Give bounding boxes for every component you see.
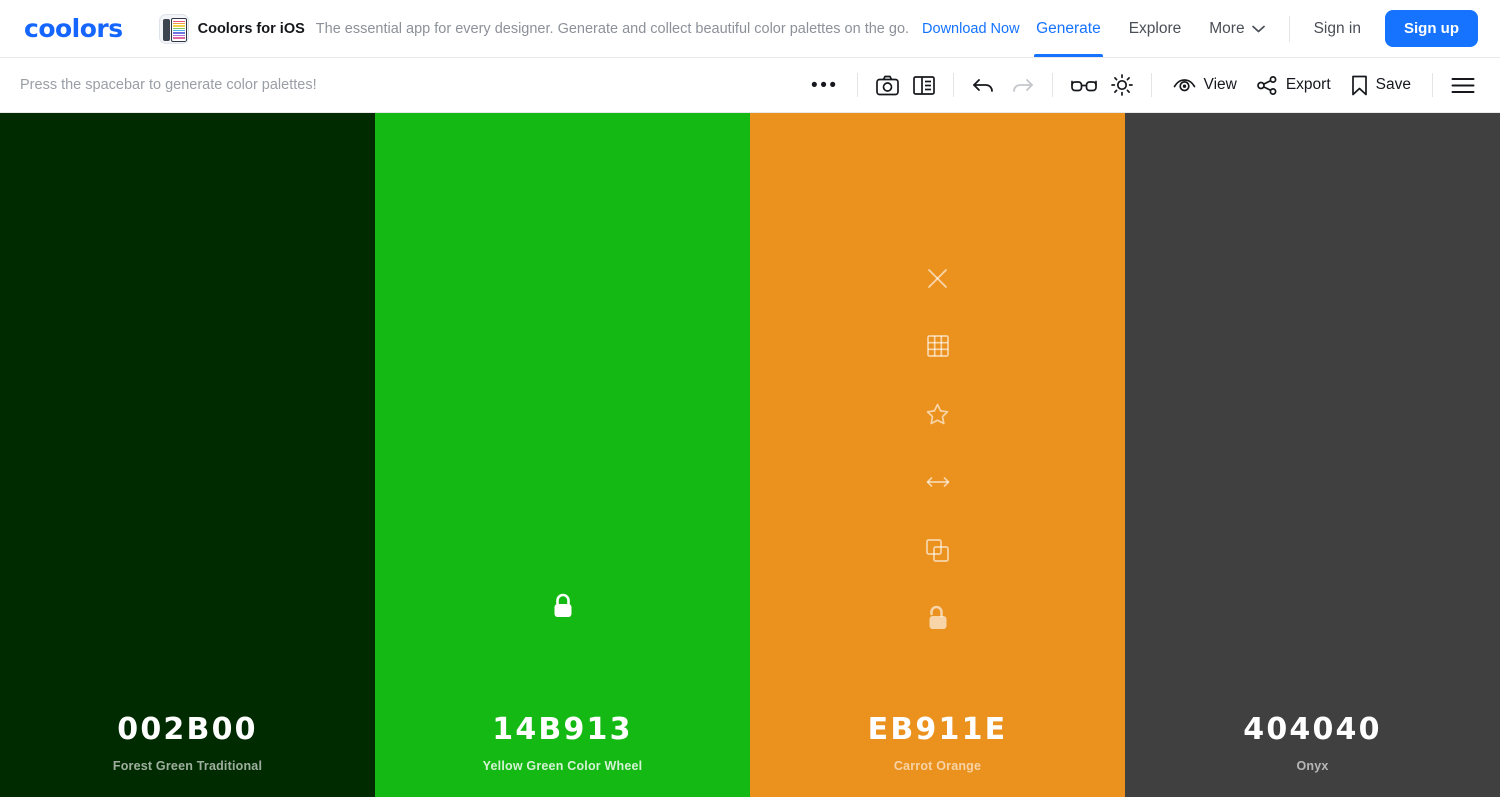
nav-item-more-label: More (1209, 19, 1245, 37)
export-label: Export (1285, 76, 1331, 93)
palette-toolbar: Press the spacebar to generate color pal… (0, 58, 1500, 113)
swatch-2-hex[interactable]: 14B913 (483, 715, 643, 745)
swatch-3-hex[interactable]: EB911E (868, 715, 1008, 745)
nav-item-explore-label: Explore (1128, 19, 1182, 37)
toolbar-divider (1051, 73, 1053, 97)
ios-app-icon (158, 13, 189, 44)
sign-in-label: Sign in (1313, 19, 1361, 37)
coolors-logo[interactable]: coolors (24, 14, 123, 43)
swatch-3-actions (925, 265, 951, 631)
toolbar-divider (1432, 73, 1433, 97)
sign-up-button[interactable]: Sign up (1385, 10, 1478, 47)
sign-in-link[interactable]: Sign in (1300, 0, 1375, 57)
top-bar: coolors Coolors for iOS The essential ap… (0, 0, 1500, 58)
view-button[interactable]: View (1163, 68, 1247, 102)
download-now-link[interactable]: Download Now (922, 21, 1020, 37)
nav-divider (1288, 15, 1290, 42)
swatch-1-color-name: Forest Green Traditional (112, 759, 263, 773)
star-icon[interactable] (925, 401, 951, 427)
swatch-4-labels: 404040 Onyx (1243, 715, 1381, 797)
color-swatch-3[interactable]: EB911E Carrot Orange (750, 113, 1125, 797)
chevron-down-icon (1251, 25, 1265, 33)
promo-title: Coolors for iOS (197, 20, 305, 37)
view-label: View (1203, 76, 1237, 93)
swatch-4-color-name: Onyx (1296, 759, 1329, 773)
hamburger-menu-icon[interactable] (1444, 68, 1482, 102)
promo-description: The essential app for every designer. Ge… (315, 20, 910, 37)
lock-closed-icon[interactable] (550, 593, 576, 619)
swatch-2-color-name: Yellow Green Color Wheel (482, 759, 643, 773)
swatch-3-color-name: Carrot Orange (893, 759, 982, 773)
color-swatch-4[interactable]: 404040 Onyx (1125, 113, 1500, 797)
grid-shades-icon[interactable] (925, 333, 951, 359)
toolbar-divider (1150, 73, 1152, 97)
camera-icon[interactable] (869, 68, 906, 102)
main-navigation: Generate Explore More Sign in Sign up (1022, 0, 1500, 57)
color-swatch-1[interactable]: 002B00 Forest Green Traditional (0, 113, 375, 797)
glasses-icon[interactable] (1064, 68, 1104, 102)
spacebar-hint: Press the spacebar to generate color pal… (20, 77, 317, 93)
redo-arrow-icon[interactable] (1003, 68, 1041, 102)
eye-icon (1173, 78, 1196, 93)
toolbar-divider (952, 73, 954, 97)
bookmark-icon (1351, 75, 1368, 96)
save-button[interactable]: Save (1341, 68, 1421, 102)
color-palette: 002B00 Forest Green Traditional 14B913 Y… (0, 113, 1500, 797)
nav-item-more[interactable]: More (1195, 0, 1278, 57)
toolbar-actions: ••• View Export Save (804, 68, 1482, 102)
ellipsis-icon[interactable]: ••• (804, 68, 845, 102)
copy-icon[interactable] (925, 537, 951, 563)
swatch-3-labels: EB911E Carrot Orange (868, 715, 1008, 797)
nav-item-explore[interactable]: Explore (1115, 0, 1196, 57)
share-icon (1256, 75, 1278, 95)
drag-horizontal-icon[interactable] (925, 469, 951, 495)
ios-app-promo-banner: Coolors for iOS The essential app for ev… (158, 13, 1020, 44)
close-icon[interactable] (925, 265, 951, 291)
swatch-1-hex[interactable]: 002B00 (113, 715, 262, 745)
nav-item-generate[interactable]: Generate (1022, 0, 1115, 57)
image-layout-icon[interactable] (906, 68, 942, 102)
swatch-2-labels: 14B913 Yellow Green Color Wheel (483, 715, 643, 797)
sun-brightness-icon[interactable] (1104, 68, 1140, 102)
toolbar-divider (856, 73, 858, 97)
swatch-1-labels: 002B00 Forest Green Traditional (113, 715, 262, 797)
lock-open-icon[interactable] (925, 605, 951, 631)
color-swatch-2[interactable]: 14B913 Yellow Green Color Wheel (375, 113, 750, 797)
swatch-4-hex[interactable]: 404040 (1243, 715, 1381, 745)
save-label: Save (1375, 76, 1411, 93)
export-button[interactable]: Export (1247, 68, 1341, 102)
nav-item-generate-label: Generate (1036, 19, 1101, 37)
undo-arrow-icon[interactable] (965, 68, 1003, 102)
